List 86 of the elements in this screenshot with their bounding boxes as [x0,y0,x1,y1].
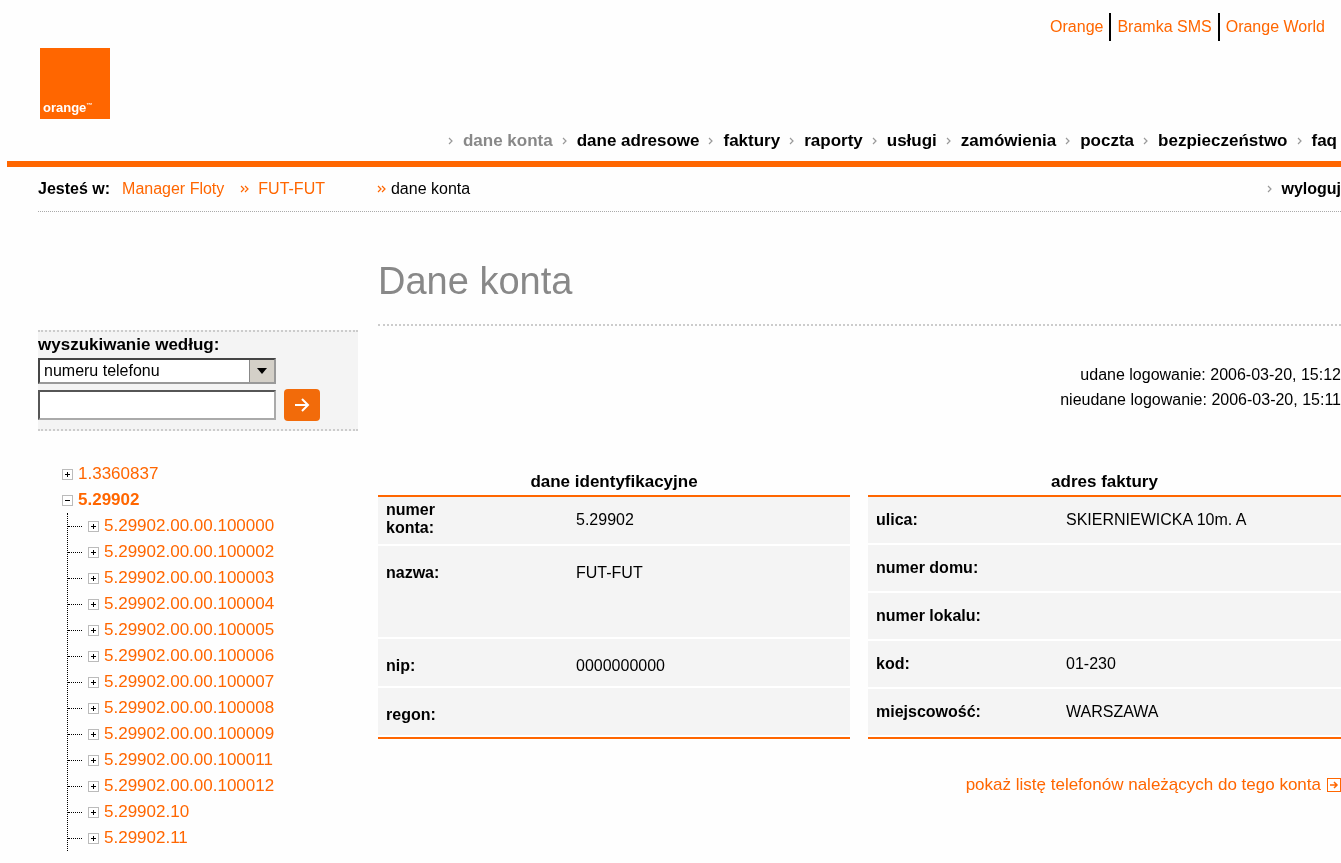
field-value: 5.29902 [575,510,634,530]
field-label: numer konta: [386,501,436,538]
tree-toggle[interactable] [88,624,99,636]
nav-link[interactable]: faq [1311,131,1337,151]
tree-item[interactable]: 5.29902.00.00.100002 [104,542,275,562]
tree-item[interactable]: 5.29902.00.00.100007 [104,672,275,692]
nav-link[interactable]: usługi [886,131,937,151]
field-value: SKIERNIEWICKA 10m. A [1066,510,1247,530]
tree-toggle[interactable] [88,780,99,792]
tree-toggle[interactable] [88,650,99,662]
chevron-icon [1065,137,1072,145]
tree-item[interactable]: 5.29902.00.00.100012 [104,776,275,796]
tree-item[interactable]: 5.29902.00.00.100005 [104,620,275,640]
arrow-box-icon[interactable] [1327,778,1341,792]
login-info: udane logowanie: 2006-03-20, 15:12 [1079,365,1341,385]
field-label: nazwa: [386,563,441,584]
chevron-icon [561,137,568,145]
tree-toggle[interactable] [88,702,99,714]
tree-item[interactable]: 5.29902.00.00.100006 [104,646,275,666]
login-info: nieudane logowanie: 2006-03-20, 15:11 [1059,390,1341,410]
logout-link[interactable]: wyloguj [1281,180,1341,198]
tree-item[interactable]: 5.29902.00.00.100011 [104,750,273,770]
chevron-icon [376,185,387,193]
field-label: nip: [386,655,417,676]
tree-toggle[interactable] [88,754,99,766]
field-label: numer domu: [876,558,980,578]
chevron-icon [1296,137,1303,145]
field-value: 0000000000 [575,655,665,676]
dropdown-arrow-icon[interactable] [257,368,267,374]
tree-toggle[interactable] [88,676,99,688]
breadcrumb-label: Jesteś w: [38,180,111,198]
tree-item[interactable]: 5.29902.00.00.100008 [104,698,275,718]
arrow-icon [294,398,310,412]
tree-toggle[interactable] [88,546,99,558]
field-value: FUT-FUT [575,563,643,584]
tree-toggle[interactable] [88,832,99,844]
top-link[interactable]: Orange [1044,18,1110,36]
tree-toggle[interactable] [88,572,99,584]
tree-item[interactable]: 5.29902.11 [104,828,188,848]
nav-link[interactable]: raporty [804,131,863,151]
tree-item[interactable]: 5.29902.00.00.100004 [104,594,275,614]
field-value: 01-230 [1066,654,1116,674]
search-label: wyszukiwanie według: [38,335,221,355]
tree-item[interactable]: 5.29902 [78,490,140,510]
chevron-icon [1143,137,1150,145]
field-label: miejscowość: [876,702,982,722]
field-label: ulica: [876,510,919,530]
brand-logo[interactable]: orange$^{™}$ [40,48,110,119]
field-label: kod: [876,654,911,674]
search-field[interactable] [38,390,276,420]
search-type-select[interactable]: numeru telefonu [38,358,276,384]
chevron-icon [240,185,251,193]
field-label: numer lokalu: [876,606,982,626]
top-link[interactable]: Bramka SMS [1111,18,1218,36]
breadcrumb-link[interactable]: Manager Floty [122,180,225,198]
tree-item[interactable]: 5.29902.00.00.100009 [104,724,275,744]
chevron-icon [1267,185,1274,193]
tree-toggle[interactable] [88,598,99,610]
chevron-icon [945,137,952,145]
nav-link[interactable]: dane adresowe [576,131,700,151]
nav-link[interactable]: zamówienia [960,131,1057,151]
field-label: regon: [386,704,437,725]
top-link[interactable]: Orange World [1219,18,1331,36]
tree-toggle[interactable] [62,468,73,480]
breadcrumb-link[interactable]: FUT-FUT [258,180,325,198]
search-go-button[interactable] [284,389,320,421]
chevron-icon [871,137,878,145]
chevron-icon [447,137,454,145]
tree-toggle[interactable] [88,520,99,532]
nav-link[interactable]: bezpieczeństwo [1158,131,1288,151]
chevron-icon [708,137,715,145]
nav-link[interactable]: dane konta [462,131,553,151]
tree-item[interactable]: 5.29902.10 [104,802,190,822]
tree-toggle[interactable] [62,494,73,506]
nav-link[interactable]: faktury [723,131,781,151]
field-value: WARSZAWA [1066,702,1159,722]
tree-toggle[interactable] [88,806,99,818]
tree-item[interactable]: 1.3360837 [78,464,159,484]
nav-link[interactable]: poczta [1080,131,1135,151]
tree-item[interactable]: 5.29902.00.00.100000 [104,516,275,536]
chevron-icon [789,137,796,145]
tree-item[interactable]: 5.29902.00.00.100003 [104,568,275,588]
phone-list-link[interactable]: pokaż listę telefonów należących do tego konta [965,775,1321,795]
page-title: Dane konta [378,260,574,304]
tree-toggle[interactable] [88,728,99,740]
breadcrumb-current: dane konta [390,180,471,198]
